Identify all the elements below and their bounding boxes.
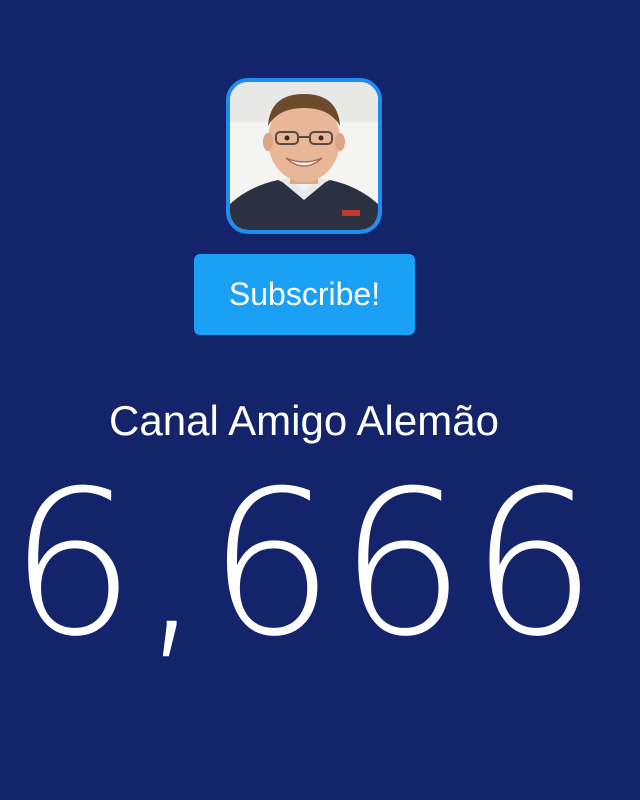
subscribe-button[interactable]: Subscribe! bbox=[194, 254, 415, 335]
avatar-icon bbox=[230, 82, 378, 230]
channel-avatar[interactable] bbox=[226, 78, 382, 234]
subscriber-counter-page: Subscribe! Canal Amigo Alemão 6,666 bbox=[0, 0, 640, 800]
subscriber-count: 6,666 bbox=[8, 448, 602, 681]
channel-name: Canal Amigo Alemão bbox=[109, 397, 499, 444]
